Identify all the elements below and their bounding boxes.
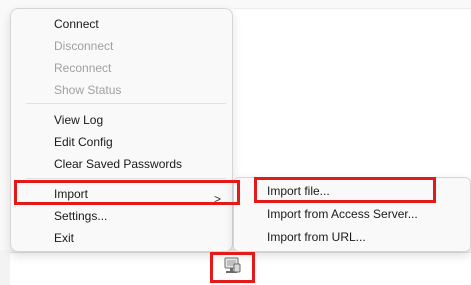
menu-item-show-status: Show Status [54, 83, 122, 97]
background-content [233, 8, 471, 181]
menu-separator [26, 178, 226, 179]
menu-separator [26, 103, 226, 104]
menu-item-exit[interactable]: Exit [54, 228, 74, 248]
menu-item-disconnect: Disconnect [54, 39, 114, 53]
menu-item-view-log[interactable]: View Log [54, 110, 103, 130]
menu-item-edit-config[interactable]: Edit Config [54, 132, 113, 152]
highlight-import-file-box [254, 177, 436, 203]
menu-item-settings[interactable]: Settings... [54, 206, 107, 226]
tray-context-menu: Connect Disconnect Reconnect Show Status… [10, 8, 233, 252]
menu-item-clear-saved-passwords[interactable]: Clear Saved Passwords [54, 154, 182, 174]
highlight-import-box [14, 180, 240, 205]
network-monitor-icon[interactable] [221, 255, 243, 277]
submenu-item-import-from-url[interactable]: Import from URL... [267, 227, 366, 247]
submenu-item-import-from-access-server[interactable]: Import from Access Server... [267, 204, 418, 224]
menu-item-connect[interactable]: Connect [54, 14, 99, 34]
menu-item-reconnect: Reconnect [54, 61, 112, 75]
